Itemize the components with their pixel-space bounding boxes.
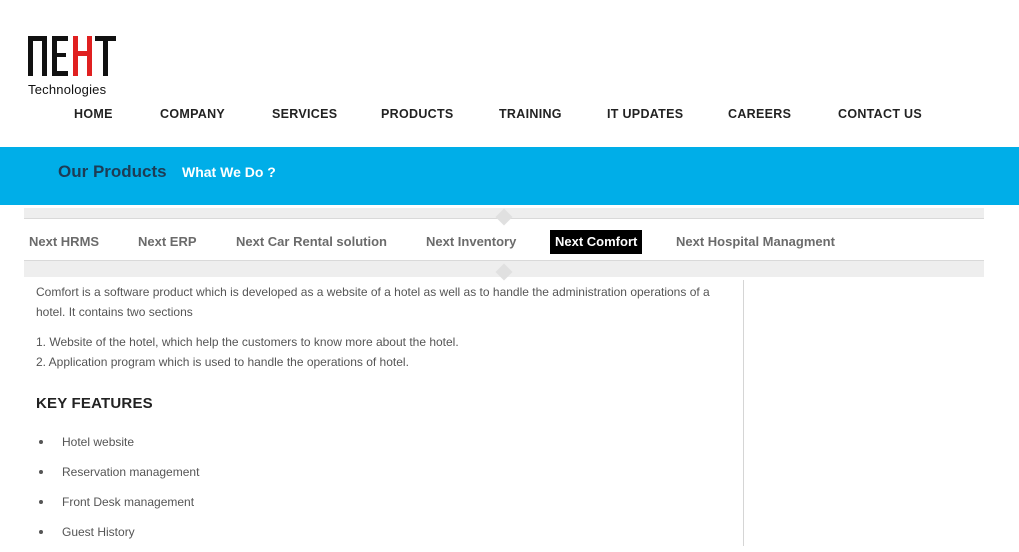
page-banner: Our Products What We Do ? [0, 147, 1019, 205]
product-tabs: Next HRMS Next ERP Next Car Rental solut… [24, 230, 984, 256]
nav-home[interactable]: HOME [74, 107, 113, 121]
nav-contact-us[interactable]: CONTACT US [838, 107, 922, 121]
features-list: Hotel website Reservation management Fro… [36, 432, 726, 552]
feature-label: Guest History [62, 525, 135, 539]
tab-next-hospital[interactable]: Next Hospital Managment [671, 230, 840, 254]
tab-next-car-rental[interactable]: Next Car Rental solution [231, 230, 392, 254]
bullet-icon [39, 440, 43, 444]
list-item: Guest History [36, 522, 726, 552]
feature-label: Hotel website [62, 435, 135, 449]
banner-title: Our Products [58, 162, 167, 181]
key-features-heading: KEY FEATURES [36, 395, 153, 412]
nav-products[interactable]: PRODUCTS [381, 107, 454, 121]
logo-tagline: Technologies [28, 82, 107, 97]
bullet-icon [39, 470, 43, 474]
sections-list: 1. Website of the hotel, which help the … [36, 332, 726, 372]
tab-next-erp[interactable]: Next ERP [133, 230, 202, 254]
nav-services[interactable]: SERVICES [272, 107, 337, 121]
list-item: 2. Application program which is used to … [36, 355, 409, 369]
main-nav: HOME COMPANY SERVICES PRODUCTS TRAINING … [0, 107, 1019, 127]
site-header: Technologies HOME COMPANY SERVICES PRODU… [0, 0, 1019, 147]
bullet-icon [39, 500, 43, 504]
bullet-icon [39, 530, 43, 534]
nav-company[interactable]: COMPANY [160, 107, 225, 121]
list-item: Hotel website [36, 432, 726, 462]
nav-careers[interactable]: CAREERS [728, 107, 791, 121]
nav-it-updates[interactable]: IT UPDATES [607, 107, 683, 121]
sidebar-divider [743, 280, 744, 546]
nav-training[interactable]: TRAINING [499, 107, 562, 121]
feature-label: Reservation management [62, 465, 200, 479]
product-description: Comfort is a software product which is d… [36, 282, 726, 552]
intro-text: Comfort is a software product which is d… [36, 285, 710, 319]
tab-next-inventory[interactable]: Next Inventory [421, 230, 521, 254]
banner-subtitle: What We Do ? [182, 164, 276, 180]
list-item: 1. Website of the hotel, which help the … [36, 335, 459, 349]
feature-label: Front Desk management [62, 495, 195, 509]
tab-next-hrms[interactable]: Next HRMS [24, 230, 104, 254]
list-item: Front Desk management [36, 492, 726, 522]
list-item: Reservation management [36, 462, 726, 492]
tab-next-comfort[interactable]: Next Comfort [550, 230, 643, 254]
